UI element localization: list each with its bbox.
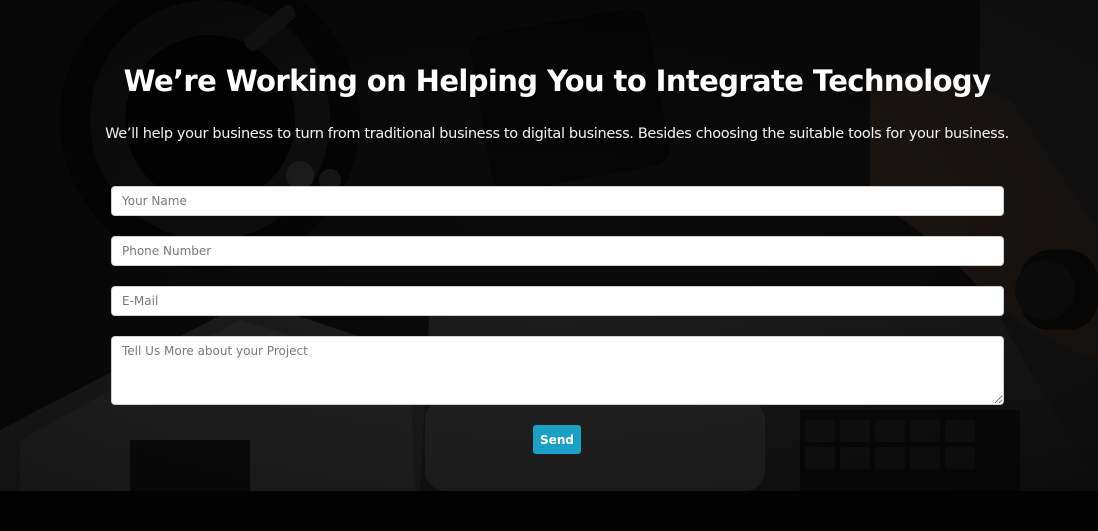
page-subtitle: We’ll help your business to turn from tr… — [105, 126, 1009, 142]
send-button[interactable]: Send — [533, 425, 581, 454]
contact-form-section: We’re Working on Helping You to Integrat… — [0, 0, 1098, 491]
phone-input[interactable] — [111, 236, 1004, 266]
hero-section: We’re Working on Helping You to Integrat… — [0, 0, 1098, 491]
message-textarea[interactable] — [111, 336, 1004, 405]
email-input[interactable] — [111, 286, 1004, 316]
page-title: We’re Working on Helping You to Integrat… — [123, 64, 991, 98]
footer-strip — [0, 491, 1098, 531]
name-input[interactable] — [111, 186, 1004, 216]
